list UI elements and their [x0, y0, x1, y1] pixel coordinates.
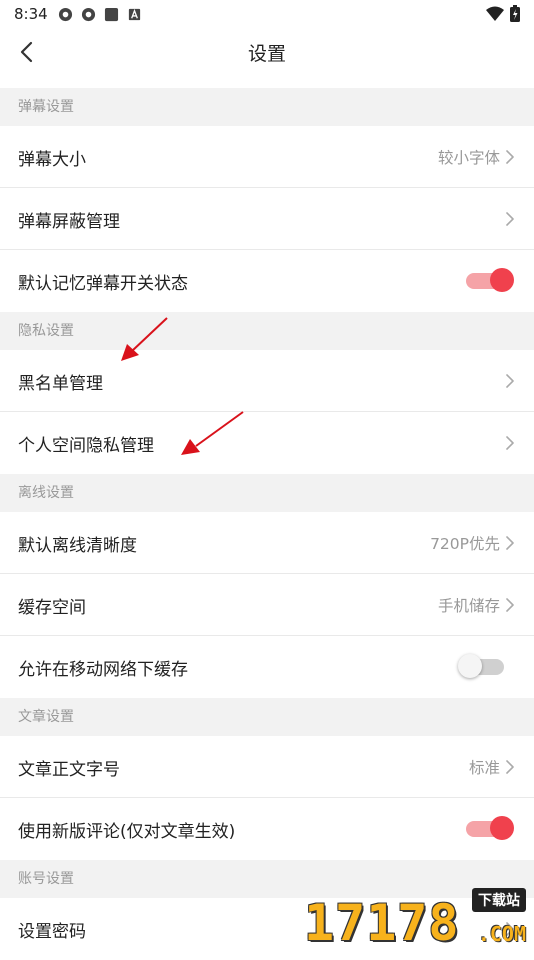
settings-row-label: 弹幕大小 [18, 149, 86, 170]
section-label: 离线设置 [0, 474, 534, 512]
settings-row-label: 默认离线清晰度 [18, 535, 137, 556]
settings-row[interactable]: 缓存空间 手机储存 [0, 574, 534, 636]
a-icon [128, 8, 140, 20]
settings-row[interactable]: 弹幕屏蔽管理 [0, 188, 534, 250]
settings-row-label: 使用新版评论(仅对文章生效) [18, 821, 236, 842]
section-label: 隐私设置 [0, 312, 534, 350]
chevron-right-icon [506, 150, 516, 164]
section-label: 文章设置 [0, 698, 534, 736]
chevron-right-icon [506, 212, 516, 226]
settings-row-label: 黑名单管理 [18, 373, 103, 394]
section-label: 弹幕设置 [0, 88, 534, 126]
stop-icon [104, 7, 118, 21]
status-time: 8:34 [14, 5, 48, 23]
page-title: 设置 [247, 42, 286, 65]
toggle-switch[interactable] [458, 654, 504, 678]
back-arrow-icon [20, 41, 33, 63]
settings-row-label: 弹幕屏蔽管理 [18, 211, 120, 232]
chevron-right-icon [506, 436, 516, 450]
header-spacer [0, 76, 534, 88]
settings-row[interactable]: 默认离线清晰度 720P优先 [0, 512, 534, 574]
toggle-knob [490, 816, 514, 840]
status-right-icons [486, 5, 520, 22]
settings-row-label: 个人空间隐私管理 [18, 435, 154, 456]
battery-icon [510, 5, 520, 22]
app-icon [81, 7, 95, 21]
settings-row[interactable]: 使用新版评论(仅对文章生效) [0, 798, 534, 860]
settings-row-value: 较小字体 [437, 149, 500, 167]
settings-row-label: 文章正文字号 [18, 759, 120, 780]
app-icon [58, 7, 72, 21]
status-bar: 8:34 [0, 0, 534, 28]
settings-row[interactable]: 允许在移动网络下缓存 [0, 636, 534, 698]
section-label: 账号设置 [0, 860, 534, 898]
settings-row[interactable]: 个人空间隐私管理 [0, 412, 534, 474]
chevron-right-icon [506, 922, 516, 936]
toggle-switch[interactable] [466, 268, 514, 292]
chevron-right-icon [506, 536, 516, 550]
settings-row-label: 默认记忆弹幕开关状态 [18, 273, 188, 294]
chevron-right-icon [506, 374, 516, 388]
top-app-bar: 设置 [0, 28, 534, 76]
settings-row-value: 标准 [468, 759, 500, 777]
wifi-icon [486, 6, 504, 21]
back-button[interactable] [8, 34, 44, 70]
chevron-right-icon [506, 760, 516, 774]
toggle-knob [458, 654, 482, 678]
settings-row-label: 允许在移动网络下缓存 [18, 659, 188, 680]
settings-row[interactable]: 黑名单管理 [0, 350, 534, 412]
settings-row-label: 缓存空间 [18, 597, 86, 618]
settings-row[interactable]: 默认记忆弹幕开关状态 [0, 250, 534, 312]
settings-row-value: 手机储存 [437, 597, 500, 615]
settings-row[interactable]: 设置密码 [0, 898, 534, 960]
toggle-switch[interactable] [466, 816, 514, 840]
settings-list: 弹幕设置弹幕大小 较小字体弹幕屏蔽管理默认记忆弹幕开关状态隐私设置黑名单管理个人空… [0, 88, 534, 960]
settings-row[interactable]: 文章正文字号 标准 [0, 736, 534, 798]
settings-row[interactable]: 弹幕大小 较小字体 [0, 126, 534, 188]
settings-row-label: 设置密码 [18, 921, 86, 942]
settings-row-value: 720P优先 [430, 535, 500, 553]
toggle-knob [490, 268, 514, 292]
chevron-right-icon [506, 598, 516, 612]
